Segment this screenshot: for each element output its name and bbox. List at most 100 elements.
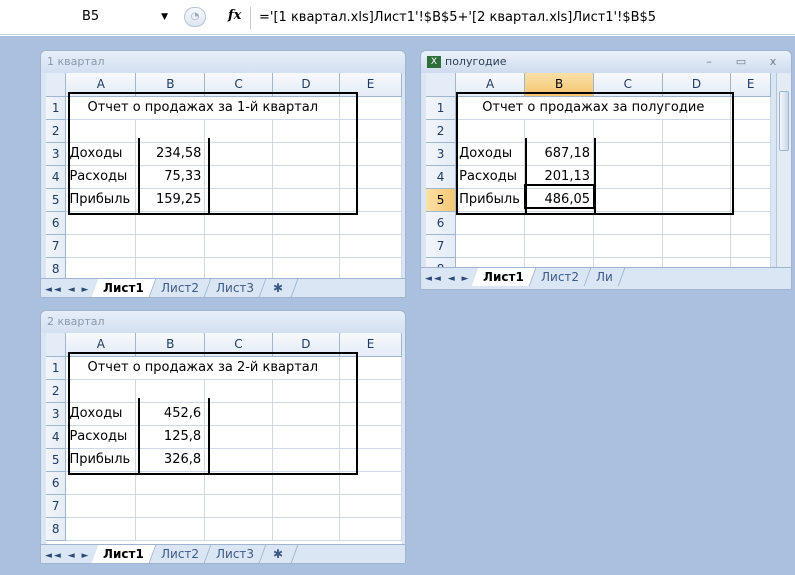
insert-sheet-icon[interactable]: ✱ [259, 279, 299, 297]
cell[interactable] [135, 119, 206, 143]
cell[interactable] [339, 119, 402, 143]
cell[interactable] [339, 211, 402, 235]
sheet-grid[interactable]: A B C D E 1 Отчет о продажах за полугоди… [426, 73, 771, 267]
cell[interactable] [272, 471, 341, 495]
row-header-8[interactable]: 8 [426, 257, 457, 267]
income-label-cell[interactable]: Доходы [455, 142, 526, 166]
col-header-e[interactable]: E [730, 73, 771, 97]
tab-sheet1[interactable]: Лист1 [91, 545, 157, 563]
window-title[interactable]: 2 квартал [41, 311, 405, 333]
cell[interactable] [135, 234, 206, 258]
cell[interactable] [730, 188, 771, 212]
cell[interactable] [65, 234, 137, 258]
row-header-3[interactable]: 3 [46, 142, 67, 166]
col-header-d[interactable]: D [272, 333, 341, 357]
cell[interactable] [204, 379, 273, 403]
profit-value-cell[interactable]: 159,25 [135, 188, 206, 212]
col-header-b[interactable]: B [524, 73, 595, 97]
cell[interactable] [730, 142, 771, 166]
cell[interactable] [204, 425, 273, 449]
cell[interactable] [135, 257, 206, 278]
cell[interactable] [65, 494, 137, 518]
cell[interactable] [272, 425, 341, 449]
cell[interactable] [662, 119, 732, 143]
cell[interactable] [593, 142, 663, 166]
cell[interactable] [135, 211, 206, 235]
row-header-3[interactable]: 3 [46, 402, 67, 426]
close-button[interactable]: x [763, 51, 783, 73]
row-header-5[interactable]: 5 [46, 448, 67, 472]
cell[interactable] [730, 96, 771, 120]
row-header-5[interactable]: 5 [46, 188, 67, 212]
sheet-nav-arrows-icon[interactable]: ◄◄ ◄ ► ►► [421, 270, 491, 288]
window-title[interactable]: 1 квартал [41, 51, 405, 73]
insert-sheet-icon[interactable]: ✱ [259, 545, 299, 563]
row-header-2[interactable]: 2 [46, 379, 67, 403]
row-header-7[interactable]: 7 [426, 234, 457, 258]
row-header-1[interactable]: 1 [46, 96, 67, 120]
income-value-cell[interactable]: 234,58 [135, 142, 206, 166]
name-box[interactable]: B5 ▼ [48, 6, 176, 28]
cell[interactable] [593, 234, 663, 258]
insert-function-icon[interactable]: fx [228, 8, 241, 23]
cell[interactable] [272, 142, 341, 166]
expenses-label-cell[interactable]: Расходы [455, 165, 526, 189]
sheet-grid[interactable]: A B C D E 1 Отчет о продажах за 1-й квар… [46, 73, 402, 278]
expenses-label-cell[interactable]: Расходы [65, 165, 137, 189]
income-label-cell[interactable]: Доходы [65, 142, 137, 166]
cell[interactable] [65, 119, 137, 143]
cell[interactable] [204, 211, 273, 235]
col-header-a[interactable]: A [65, 73, 137, 97]
expenses-label-cell[interactable]: Расходы [65, 425, 137, 449]
row-header-7[interactable]: 7 [46, 234, 67, 258]
cell[interactable] [272, 494, 341, 518]
col-header-c[interactable]: C [204, 333, 273, 357]
row-header-2[interactable]: 2 [426, 119, 457, 143]
cell[interactable] [524, 211, 595, 235]
cell[interactable] [135, 494, 206, 518]
cell[interactable] [272, 257, 341, 278]
cell[interactable] [339, 188, 402, 212]
tab-sheet3[interactable]: Лист3 [204, 279, 267, 297]
cell[interactable] [272, 517, 341, 541]
cell[interactable] [455, 234, 526, 258]
cell[interactable] [272, 119, 341, 143]
cell[interactable] [204, 402, 273, 426]
cell[interactable] [730, 211, 771, 235]
cell[interactable] [662, 142, 732, 166]
cell[interactable] [272, 234, 341, 258]
select-all-corner[interactable] [46, 73, 67, 97]
cell[interactable] [339, 494, 402, 518]
row-header-7[interactable]: 7 [46, 494, 67, 518]
cell[interactable] [65, 211, 137, 235]
cell[interactable] [662, 257, 732, 267]
income-value-cell[interactable]: 452,6 [135, 402, 206, 426]
cell[interactable] [339, 96, 402, 120]
formula-input[interactable]: ='[1 квартал.xls]Лист1'!$B$5+'[2 квартал… [250, 7, 656, 29]
report-heading-cell[interactable]: Отчет о продажах за полугодие [455, 96, 732, 120]
cell[interactable] [730, 165, 771, 189]
cell[interactable] [204, 165, 273, 189]
tab-sheet2[interactable]: Лист2 [149, 545, 212, 563]
cell[interactable] [524, 119, 595, 143]
window-q2[interactable]: 2 квартал A B C D E 1 Отчет о продажах з… [40, 310, 406, 564]
cell[interactable] [662, 234, 732, 258]
row-header-3[interactable]: 3 [426, 142, 457, 166]
cell[interactable] [204, 257, 273, 278]
tab-sheet1[interactable]: Лист1 [471, 268, 537, 286]
expenses-value-cell[interactable]: 201,13 [524, 165, 595, 189]
row-header-4[interactable]: 4 [46, 165, 67, 189]
cell[interactable] [272, 165, 341, 189]
row-header-1[interactable]: 1 [426, 96, 457, 120]
restore-button[interactable]: ▭ [731, 51, 751, 73]
window-half-year[interactable]: Xполугодие – ▭ x A B C D E 1 Отчет о про… [420, 50, 792, 290]
expenses-value-cell[interactable]: 125,8 [135, 425, 206, 449]
cell[interactable] [339, 257, 402, 278]
col-header-e[interactable]: E [339, 73, 402, 97]
cell[interactable] [662, 165, 732, 189]
report-heading-cell[interactable]: Отчет о продажах за 1-й квартал [65, 96, 341, 120]
cell[interactable] [135, 379, 206, 403]
cell[interactable] [272, 402, 341, 426]
col-header-c[interactable]: C [204, 73, 273, 97]
sheet-grid[interactable]: A B C D E 1 Отчет о продажах за 2-й квар… [46, 333, 402, 544]
